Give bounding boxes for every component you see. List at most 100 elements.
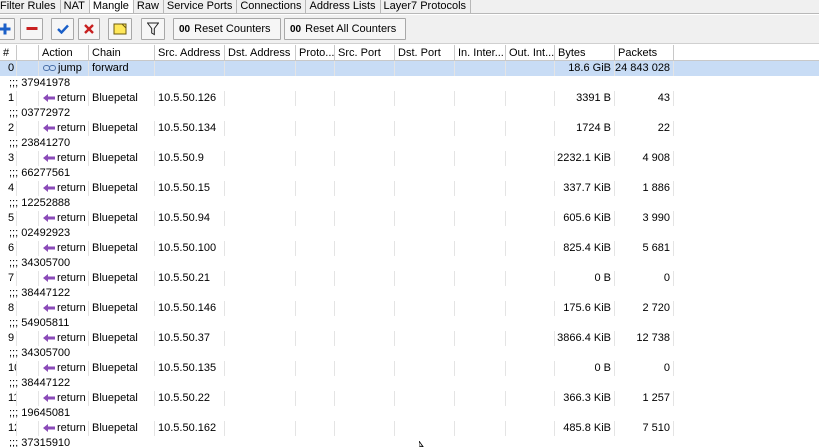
empty-cell [296, 241, 335, 256]
empty-cell [225, 421, 296, 436]
rule-index: 5 [0, 211, 17, 226]
rule-comment[interactable]: ;;; 23841270 [0, 136, 819, 151]
packets-cell: 22 [615, 121, 674, 136]
table-row[interactable]: 2 return Bluepetal 10.5.50.134 1724 B 22 [0, 121, 819, 136]
empty-cell [296, 181, 335, 196]
disable-button[interactable] [78, 18, 100, 40]
empty-cell [296, 331, 335, 346]
rule-comment[interactable]: ;;; 37941978 [0, 76, 819, 91]
empty-cell [506, 121, 555, 136]
rule-comment[interactable]: ;;; 34305700 [0, 256, 819, 271]
table-row[interactable]: 9 return Bluepetal 10.5.50.37 3866.4 KiB 12 7… [0, 331, 819, 346]
column-header[interactable]: Bytes [555, 45, 615, 61]
column-header[interactable]: # [0, 45, 17, 61]
empty-cell [225, 271, 296, 286]
column-header[interactable]: Src. Port [335, 45, 395, 61]
column-header[interactable]: Out. Int... [506, 45, 555, 61]
column-header[interactable]: Proto... [296, 45, 335, 61]
empty-cell [506, 211, 555, 226]
rule-index: 1 [0, 91, 17, 106]
comment-button[interactable] [108, 18, 132, 40]
chain-cell: Bluepetal [89, 91, 155, 106]
empty-cell [455, 391, 506, 406]
rule-comment[interactable]: ;;; 34305700 [0, 346, 819, 361]
bytes-cell: 0 B [555, 361, 615, 376]
table-row[interactable]: 0 jump forward 18.6 GiB 24 843 028 [0, 61, 819, 76]
reset-all-counters-button[interactable]: 00 Reset All Counters [284, 18, 406, 40]
rule-comment[interactable]: ;;; 38447122 [0, 376, 819, 391]
column-header[interactable]: Action [39, 45, 89, 61]
enable-button[interactable] [51, 18, 74, 40]
rule-comment[interactable]: ;;; 19645081 [0, 406, 819, 421]
column-header[interactable] [17, 45, 39, 61]
bytes-cell: 337.7 KiB [555, 181, 615, 196]
tab-address-lists[interactable]: Address Lists [306, 0, 381, 13]
empty-cell [225, 121, 296, 136]
empty-cell [395, 211, 455, 226]
empty-cell [335, 121, 395, 136]
action-label: jump [58, 62, 82, 74]
table-row[interactable]: 7 return Bluepetal 10.5.50.21 0 B0 [0, 271, 819, 286]
packets-cell: 0 [615, 361, 674, 376]
rule-comment[interactable]: ;;; 03772972 [0, 106, 819, 121]
column-header[interactable]: In. Inter... [455, 45, 506, 61]
column-header[interactable]: Dst. Port [395, 45, 455, 61]
empty-cell [455, 121, 506, 136]
tab-layer7-protocols[interactable]: Layer7 Protocols [381, 0, 472, 13]
rule-comment[interactable]: ;;; 66277561 [0, 166, 819, 181]
empty-cell [395, 241, 455, 256]
packets-cell: 4 908 [615, 151, 674, 166]
table-row[interactable]: 5 return Bluepetal 10.5.50.94 605.6 KiB 3 990 [0, 211, 819, 226]
column-header[interactable]: Chain [89, 45, 155, 61]
column-header[interactable]: Packets [615, 45, 674, 61]
table-row[interactable]: 1 return Bluepetal 10.5.50.126 3391 B 43 [0, 91, 819, 106]
action-cell: return [39, 121, 89, 136]
rule-index: 10 [0, 361, 17, 376]
empty-cell [296, 211, 335, 226]
table-row[interactable]: 8 return Bluepetal 10.5.50.146 175.6 KiB 2 72… [0, 301, 819, 316]
empty-cell [455, 151, 506, 166]
tab-mangle[interactable]: Mangle [89, 0, 134, 13]
table-row[interactable]: 4 return Bluepetal 10.5.50.15 337.7 KiB 1 886 [0, 181, 819, 196]
rule-comment[interactable]: ;;; 54905811 [0, 316, 819, 331]
chain-cell: forward [89, 61, 155, 76]
bytes-cell: 1724 B [555, 121, 615, 136]
rule-comment[interactable]: ;;; 12252888 [0, 196, 819, 211]
remove-button[interactable] [20, 18, 43, 40]
tab-filter-rules[interactable]: Filter Rules [0, 0, 61, 13]
reset-counters-button[interactable]: 00 Reset Counters [173, 18, 281, 40]
tab-service-ports[interactable]: Service Ports [164, 0, 238, 13]
rule-index: 7 [0, 271, 17, 286]
return-arrow-icon [43, 424, 55, 433]
rule-comment[interactable]: ;;; 38447122 [0, 286, 819, 301]
table-row[interactable]: 10 returnBluepetal10.5.50.135 0 B0 [0, 361, 819, 376]
table-row[interactable]: 12 returnBluepetal10.5.50.162 485.8 KiB7 5… [0, 421, 819, 436]
empty-cell [395, 121, 455, 136]
tab-nat[interactable]: NAT [61, 0, 90, 13]
flag-cell [17, 61, 39, 76]
add-button[interactable] [0, 18, 15, 40]
column-header[interactable]: Dst. Address [225, 45, 296, 61]
rule-comment[interactable]: ;;; 37315910 [0, 436, 819, 447]
action-label: return [57, 242, 86, 254]
action-cell: return [39, 181, 89, 196]
column-header[interactable]: Src. Address [155, 45, 225, 61]
tab-raw[interactable]: Raw [134, 0, 164, 13]
packets-cell: 43 [615, 91, 674, 106]
action-label: return [57, 332, 86, 344]
filter-button[interactable] [141, 18, 165, 40]
flag-cell [17, 391, 39, 406]
table-row[interactable]: 6 return Bluepetal 10.5.50.100 825.4 KiB 5 68… [0, 241, 819, 256]
empty-cell [395, 91, 455, 106]
table-row[interactable]: 11 returnBluepetal10.5.50.22 366.3 KiB1 25… [0, 391, 819, 406]
bytes-cell: 3866.4 KiB [555, 331, 615, 346]
empty-cell [395, 301, 455, 316]
src-address-cell: 10.5.50.146 [155, 301, 225, 316]
empty-cell [506, 241, 555, 256]
return-arrow-icon [43, 154, 55, 163]
src-address-cell: 10.5.50.37 [155, 331, 225, 346]
tab-connections[interactable]: Connections [237, 0, 307, 13]
table-row[interactable]: 3 return Bluepetal 10.5.50.9 2232.1 KiB 4 908 [0, 151, 819, 166]
rule-comment[interactable]: ;;; 02492923 [0, 226, 819, 241]
chain-cell: Bluepetal [89, 391, 155, 406]
